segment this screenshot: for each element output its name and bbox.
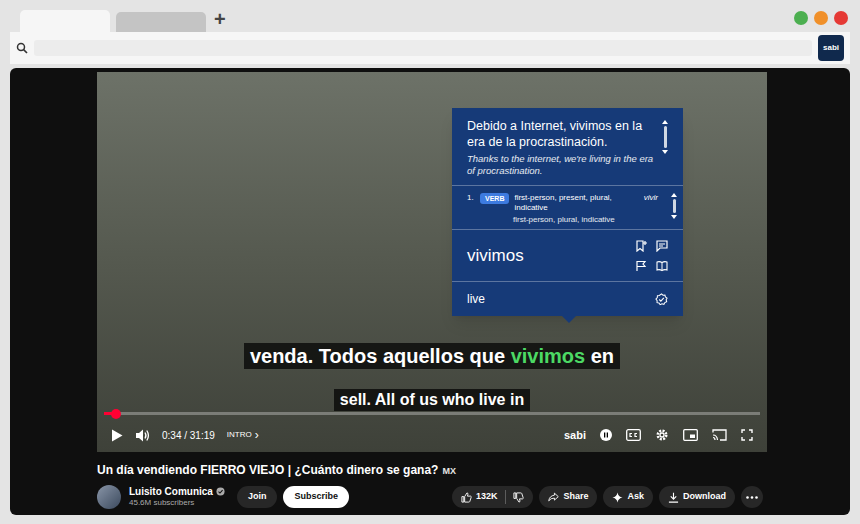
- comment-icon[interactable]: [656, 240, 668, 252]
- subtitle-translation-row: sell. All of us who live in: [97, 389, 767, 411]
- chapter-button[interactable]: INTRO›: [227, 429, 259, 441]
- word-section: vivimos: [452, 230, 683, 282]
- channel-row: Luisito Comunica 45.6M subscribers Join …: [97, 484, 763, 510]
- share-icon: [548, 492, 559, 502]
- address-bar[interactable]: [34, 40, 812, 56]
- volume-icon[interactable]: [135, 429, 150, 442]
- popup-pointer: [562, 316, 576, 323]
- new-tab-button[interactable]: +: [212, 9, 228, 32]
- definition-number: 1.: [467, 193, 475, 203]
- word: vivimos: [467, 245, 635, 267]
- part-of-speech-badge: VERB: [480, 193, 509, 204]
- sentence: Debido a Internet, vivimos en la era de …: [467, 118, 656, 150]
- player-controls: 0:34 / 31:19 INTRO› sabi: [97, 420, 767, 450]
- captions-icon[interactable]: [626, 429, 641, 441]
- subtitle-original-row: venda. Todos aquellos que vivimos en: [97, 343, 767, 369]
- subscriber-count: 45.6M subscribers: [129, 497, 225, 508]
- miniplayer-icon[interactable]: [683, 429, 698, 441]
- toolbar: sabi: [10, 32, 850, 64]
- definition-text: first-person, present, plural, indicativ…: [514, 193, 634, 213]
- definitions-section: 1. VERB first-person, present, plural, ind…: [452, 186, 683, 230]
- browser-tab[interactable]: [20, 10, 110, 32]
- sentence-scrollbar[interactable]: [662, 118, 668, 177]
- sabi-logo[interactable]: sabi: [564, 427, 586, 444]
- dictionary-popup: Debido a Internet, vivimos en la era de …: [452, 108, 683, 316]
- like-button[interactable]: 132K: [452, 490, 507, 504]
- thumbs-up-icon: [461, 492, 472, 503]
- definition-peek: first-person, plural, indicative: [467, 213, 668, 225]
- time-display: 0:34 / 31:19: [162, 428, 215, 443]
- ask-button[interactable]: Ask: [603, 486, 653, 508]
- download-icon: [668, 492, 679, 503]
- meaning-section: live: [452, 282, 683, 316]
- progress-fill: [104, 412, 116, 415]
- channel-name[interactable]: Luisito Comunica: [129, 486, 213, 497]
- video-player[interactable]: Debido a Internet, vivimos en la era de …: [97, 72, 767, 452]
- dislike-button[interactable]: [506, 492, 533, 503]
- word-actions: [635, 240, 668, 272]
- window-control-button[interactable]: [834, 11, 848, 25]
- sparkle-icon: [612, 492, 623, 503]
- browser-tab[interactable]: [116, 12, 206, 32]
- window-control-button[interactable]: [814, 11, 828, 25]
- definition-lemma: vivir: [640, 193, 658, 203]
- sentence-section: Debido a Internet, vivimos en la era de …: [452, 108, 683, 186]
- search-icon: [16, 42, 28, 54]
- channel-info: Luisito Comunica 45.6M subscribers: [129, 486, 225, 508]
- definition-row[interactable]: 1. VERB first-person, present, plural, ind…: [467, 193, 658, 213]
- window-controls: [794, 11, 850, 25]
- play-icon[interactable]: [111, 429, 123, 442]
- subtitle-word[interactable]: venda. Todos aquellos que: [250, 345, 511, 367]
- pause-icon[interactable]: [600, 429, 612, 441]
- meaning: live: [467, 290, 655, 308]
- verified-icon: [216, 487, 225, 496]
- subtitle-word[interactable]: en: [585, 345, 614, 367]
- book-icon[interactable]: [656, 260, 668, 272]
- fullscreen-icon[interactable]: [741, 429, 753, 441]
- video-title: Un día vendiendo FIERRO VIEJO | ¿Cuánto …: [97, 461, 438, 479]
- share-button[interactable]: Share: [539, 486, 597, 508]
- tab-list: [20, 10, 206, 32]
- subtitle-word[interactable]: vivimos: [511, 345, 585, 367]
- join-button[interactable]: Join: [237, 486, 278, 508]
- page: Debido a Internet, vivimos en la era de …: [10, 68, 850, 515]
- more-button[interactable]: [741, 486, 763, 508]
- subtitle-original[interactable]: venda. Todos aquellos que vivimos en: [244, 343, 620, 369]
- video-title-row: Un día vendiendo FIERRO VIEJO | ¿Cuánto …: [97, 461, 763, 479]
- sentence-translation: Thanks to the internet, we're living in …: [467, 153, 656, 177]
- like-dislike-group: 132K: [452, 486, 534, 508]
- verified-check-icon[interactable]: [655, 293, 668, 306]
- region-badge: MX: [442, 465, 456, 479]
- download-button[interactable]: Download: [659, 486, 735, 508]
- channel-avatar[interactable]: [97, 485, 121, 509]
- scroll-up-icon[interactable]: [662, 120, 668, 124]
- browser-window: + sabi Debido a Internet, vivimos en la …: [0, 0, 860, 524]
- progress-knob[interactable]: [111, 409, 121, 419]
- scroll-down-icon[interactable]: [662, 150, 668, 154]
- subscribe-button[interactable]: Subscribe: [283, 486, 349, 508]
- definitions-scrollbar[interactable]: [671, 193, 677, 219]
- thumbs-down-icon: [513, 492, 524, 503]
- bookmark-add-icon[interactable]: [635, 240, 647, 252]
- player-right-controls: sabi: [564, 427, 753, 444]
- subtitle-translation: sell. All of us who live in: [334, 389, 530, 411]
- flag-icon[interactable]: [635, 260, 647, 272]
- extension-button[interactable]: sabi: [818, 35, 844, 61]
- settings-gear-icon[interactable]: [655, 428, 669, 442]
- more-dots-icon: [746, 496, 758, 499]
- cast-icon[interactable]: [712, 429, 727, 441]
- tab-strip: +: [10, 4, 850, 32]
- window-control-button[interactable]: [794, 11, 808, 25]
- action-buttons: 132K Share Ask Download: [452, 486, 763, 508]
- progress-track[interactable]: [104, 412, 760, 415]
